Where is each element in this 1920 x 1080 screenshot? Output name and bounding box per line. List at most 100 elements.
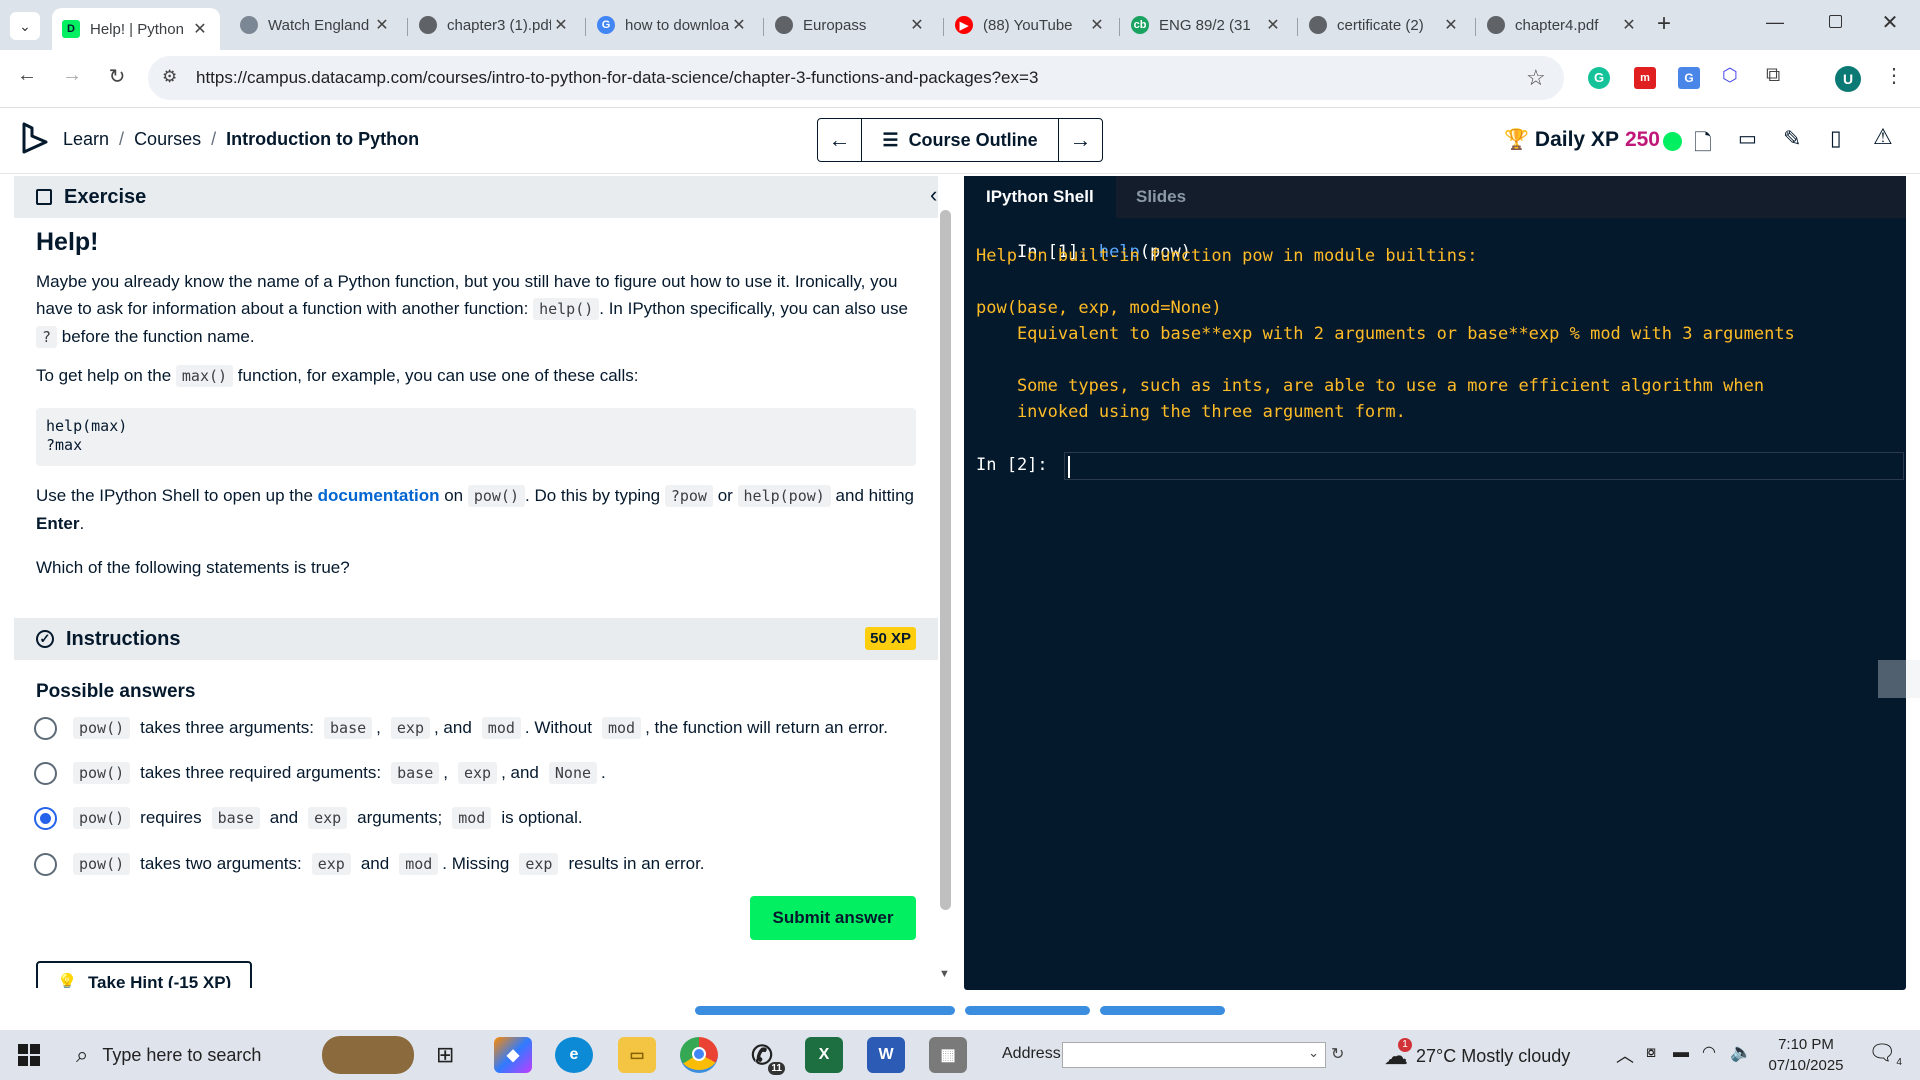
- course-outline-button[interactable]: ☰ Course Outline: [862, 119, 1058, 161]
- browser-tab[interactable]: Watch England ✕: [230, 8, 402, 42]
- address-go-icon[interactable]: ↻: [1331, 1044, 1344, 1064]
- wifi-icon[interactable]: ◠: [1702, 1042, 1716, 1062]
- answer-option-1[interactable]: pow() takes three arguments: base, exp, and…: [34, 711, 934, 745]
- tab-close-icon[interactable]: ✕: [907, 15, 927, 35]
- site-info-icon[interactable]: ⚙: [162, 67, 177, 87]
- browser-tab[interactable]: ▶ (88) YouTube ✕: [945, 8, 1117, 42]
- tab-close-icon[interactable]: ✕: [1087, 15, 1107, 35]
- profile-avatar[interactable]: U: [1835, 66, 1861, 92]
- weather-widget[interactable]: ☁ 1 27°C Mostly cloudy: [1384, 1038, 1570, 1071]
- meet-now-icon[interactable]: ⧇: [1646, 1044, 1656, 1062]
- clock[interactable]: 7:10 PM 07/10/2025: [1766, 1034, 1846, 1076]
- course-outline-label: Course Outline: [908, 129, 1038, 150]
- answer-option-2[interactable]: pow() takes three required arguments: base…: [34, 756, 934, 790]
- p3-text-a: Use the IPython Shell to open up the: [36, 486, 318, 505]
- browser-tab[interactable]: D Help! | Python ✕: [52, 8, 220, 50]
- cube-extension-icon[interactable]: ⬡: [1722, 65, 1738, 86]
- document-icon[interactable]: 🗋: [1694, 126, 1712, 164]
- translate-extension-icon[interactable]: G: [1678, 67, 1700, 89]
- take-hint-button[interactable]: 💡 Take Hint (-15 XP): [36, 961, 252, 988]
- tab-close-icon[interactable]: ✕: [1619, 15, 1639, 35]
- edge-app-icon[interactable]: e: [555, 1037, 593, 1073]
- answer-option-3[interactable]: pow() requires base and exp arguments; mod is o…: [34, 801, 934, 835]
- browser-tab[interactable]: Ghow to download ✕: [587, 8, 759, 42]
- bookmark-star-icon[interactable]: ☆: [1526, 65, 1546, 91]
- file-explorer-app-icon[interactable]: ▭: [618, 1037, 656, 1073]
- chevron-up-icon[interactable]: ︿: [1616, 1042, 1634, 1068]
- answer-option-4[interactable]: pow() takes two arguments: exp and mod. Miss…: [34, 847, 934, 881]
- forward-icon[interactable]: →: [57, 64, 87, 87]
- breadcrumb-courses[interactable]: Courses: [134, 129, 201, 150]
- daily-xp[interactable]: 🏆 Daily XP 250: [1504, 127, 1660, 152]
- ipython-shell-panel[interactable]: IPython Shell Slides In [1]: help(pow) H…: [964, 176, 1906, 990]
- breadcrumb-course[interactable]: Introduction to Python: [226, 129, 419, 150]
- address-bar[interactable]: ⚙ https://campus.datacamp.com/courses/in…: [148, 56, 1564, 100]
- browser-tab[interactable]: cb ENG 89/2 (31 ✕: [1121, 8, 1293, 42]
- exercise-title: Help!: [36, 228, 99, 256]
- radio-button[interactable]: [34, 806, 57, 830]
- notifications-icon[interactable]: 🗨 4: [1868, 1040, 1902, 1068]
- copilot-app-icon[interactable]: ◆: [494, 1037, 532, 1073]
- tab-close-icon[interactable]: ✕: [551, 15, 571, 35]
- back-icon[interactable]: ←: [12, 64, 42, 87]
- tab-search-button[interactable]: ⌄: [10, 12, 40, 40]
- word-app-icon[interactable]: W: [867, 1037, 905, 1073]
- video-icon[interactable]: ▭: [1738, 126, 1757, 151]
- tab-ipython-shell[interactable]: IPython Shell: [964, 176, 1116, 218]
- grammarly-extension-icon[interactable]: G: [1588, 67, 1610, 89]
- layout-resizer-bar[interactable]: [965, 1006, 1090, 1015]
- minimize-button[interactable]: —: [1760, 12, 1790, 33]
- tab-separator: [1119, 18, 1120, 36]
- volume-icon[interactable]: 🔈: [1730, 1042, 1752, 1063]
- collapse-panel-icon[interactable]: ‹: [930, 182, 937, 208]
- layout-resizer-bar[interactable]: [1100, 1006, 1225, 1015]
- reload-icon[interactable]: ↻: [102, 64, 132, 89]
- exercise-scrollbar[interactable]: [940, 210, 951, 910]
- tab-close-icon[interactable]: ✕: [1263, 15, 1283, 35]
- breadcrumb-learn[interactable]: Learn: [63, 129, 109, 150]
- tab-close-icon[interactable]: ✕: [729, 15, 749, 35]
- tab-close-icon[interactable]: ✕: [372, 15, 392, 35]
- mobile-icon[interactable]: ▯: [1830, 126, 1842, 151]
- calculator-app-icon[interactable]: ▦: [929, 1037, 967, 1073]
- scroll-down-arrow[interactable]: ▼: [939, 968, 950, 980]
- exercise-paragraph-3: Use the IPython Shell to open up the doc…: [36, 482, 916, 537]
- url-text[interactable]: https://campus.datacamp.com/courses/intr…: [196, 68, 1038, 88]
- whatsapp-app-icon[interactable]: ✆ 11: [743, 1037, 785, 1075]
- new-tab-button[interactable]: +: [1650, 10, 1678, 38]
- browser-menu-icon[interactable]: ⋮: [1884, 63, 1904, 88]
- tab-close-icon[interactable]: ✕: [190, 19, 210, 39]
- close-window-button[interactable]: ✕: [1875, 10, 1905, 35]
- radio-button[interactable]: [34, 761, 57, 785]
- chrome-app-icon[interactable]: [680, 1037, 718, 1073]
- browser-tab[interactable]: certificate (2) ✕: [1299, 8, 1471, 42]
- datacamp-logo[interactable]: [20, 122, 50, 156]
- pencil-icon[interactable]: ✎: [1783, 126, 1801, 152]
- prev-exercise-button[interactable]: ←: [818, 119, 862, 161]
- side-drawer-handle[interactable]: [1878, 660, 1920, 698]
- tab-separator: [585, 18, 586, 36]
- pdf-extension-icon[interactable]: m: [1634, 67, 1656, 89]
- windows-start-icon[interactable]: [18, 1044, 40, 1066]
- restore-button[interactable]: [1820, 12, 1850, 32]
- browser-tab[interactable]: Europass ✕: [765, 8, 937, 42]
- excel-app-icon[interactable]: X: [805, 1037, 843, 1073]
- tab-close-icon[interactable]: ✕: [1441, 15, 1461, 35]
- p3-text-c: . Do this by typing: [525, 486, 665, 505]
- shell-input-field[interactable]: [1064, 452, 1904, 480]
- battery-icon[interactable]: ▬: [1673, 1044, 1689, 1062]
- next-exercise-button[interactable]: →: [1058, 119, 1102, 161]
- radio-button[interactable]: [34, 716, 57, 740]
- tab-slides[interactable]: Slides: [1114, 176, 1208, 218]
- browser-tab[interactable]: chapter3 (1).pdf ✕: [409, 8, 581, 42]
- task-view-icon[interactable]: ⊞: [436, 1042, 454, 1068]
- browser-tab[interactable]: chapter4.pdf ✕: [1477, 8, 1649, 42]
- notification-count: 4: [1896, 1057, 1902, 1068]
- submit-answer-button[interactable]: Submit answer: [750, 896, 916, 940]
- warning-icon[interactable]: ⚠: [1873, 124, 1893, 150]
- extensions-puzzle-icon[interactable]: ⧉: [1766, 64, 1780, 87]
- radio-button[interactable]: [34, 852, 57, 876]
- documentation-link[interactable]: documentation: [318, 486, 440, 505]
- layout-resizer-bar[interactable]: [695, 1006, 955, 1015]
- address-toolbar-input[interactable]: ⌄: [1062, 1042, 1326, 1068]
